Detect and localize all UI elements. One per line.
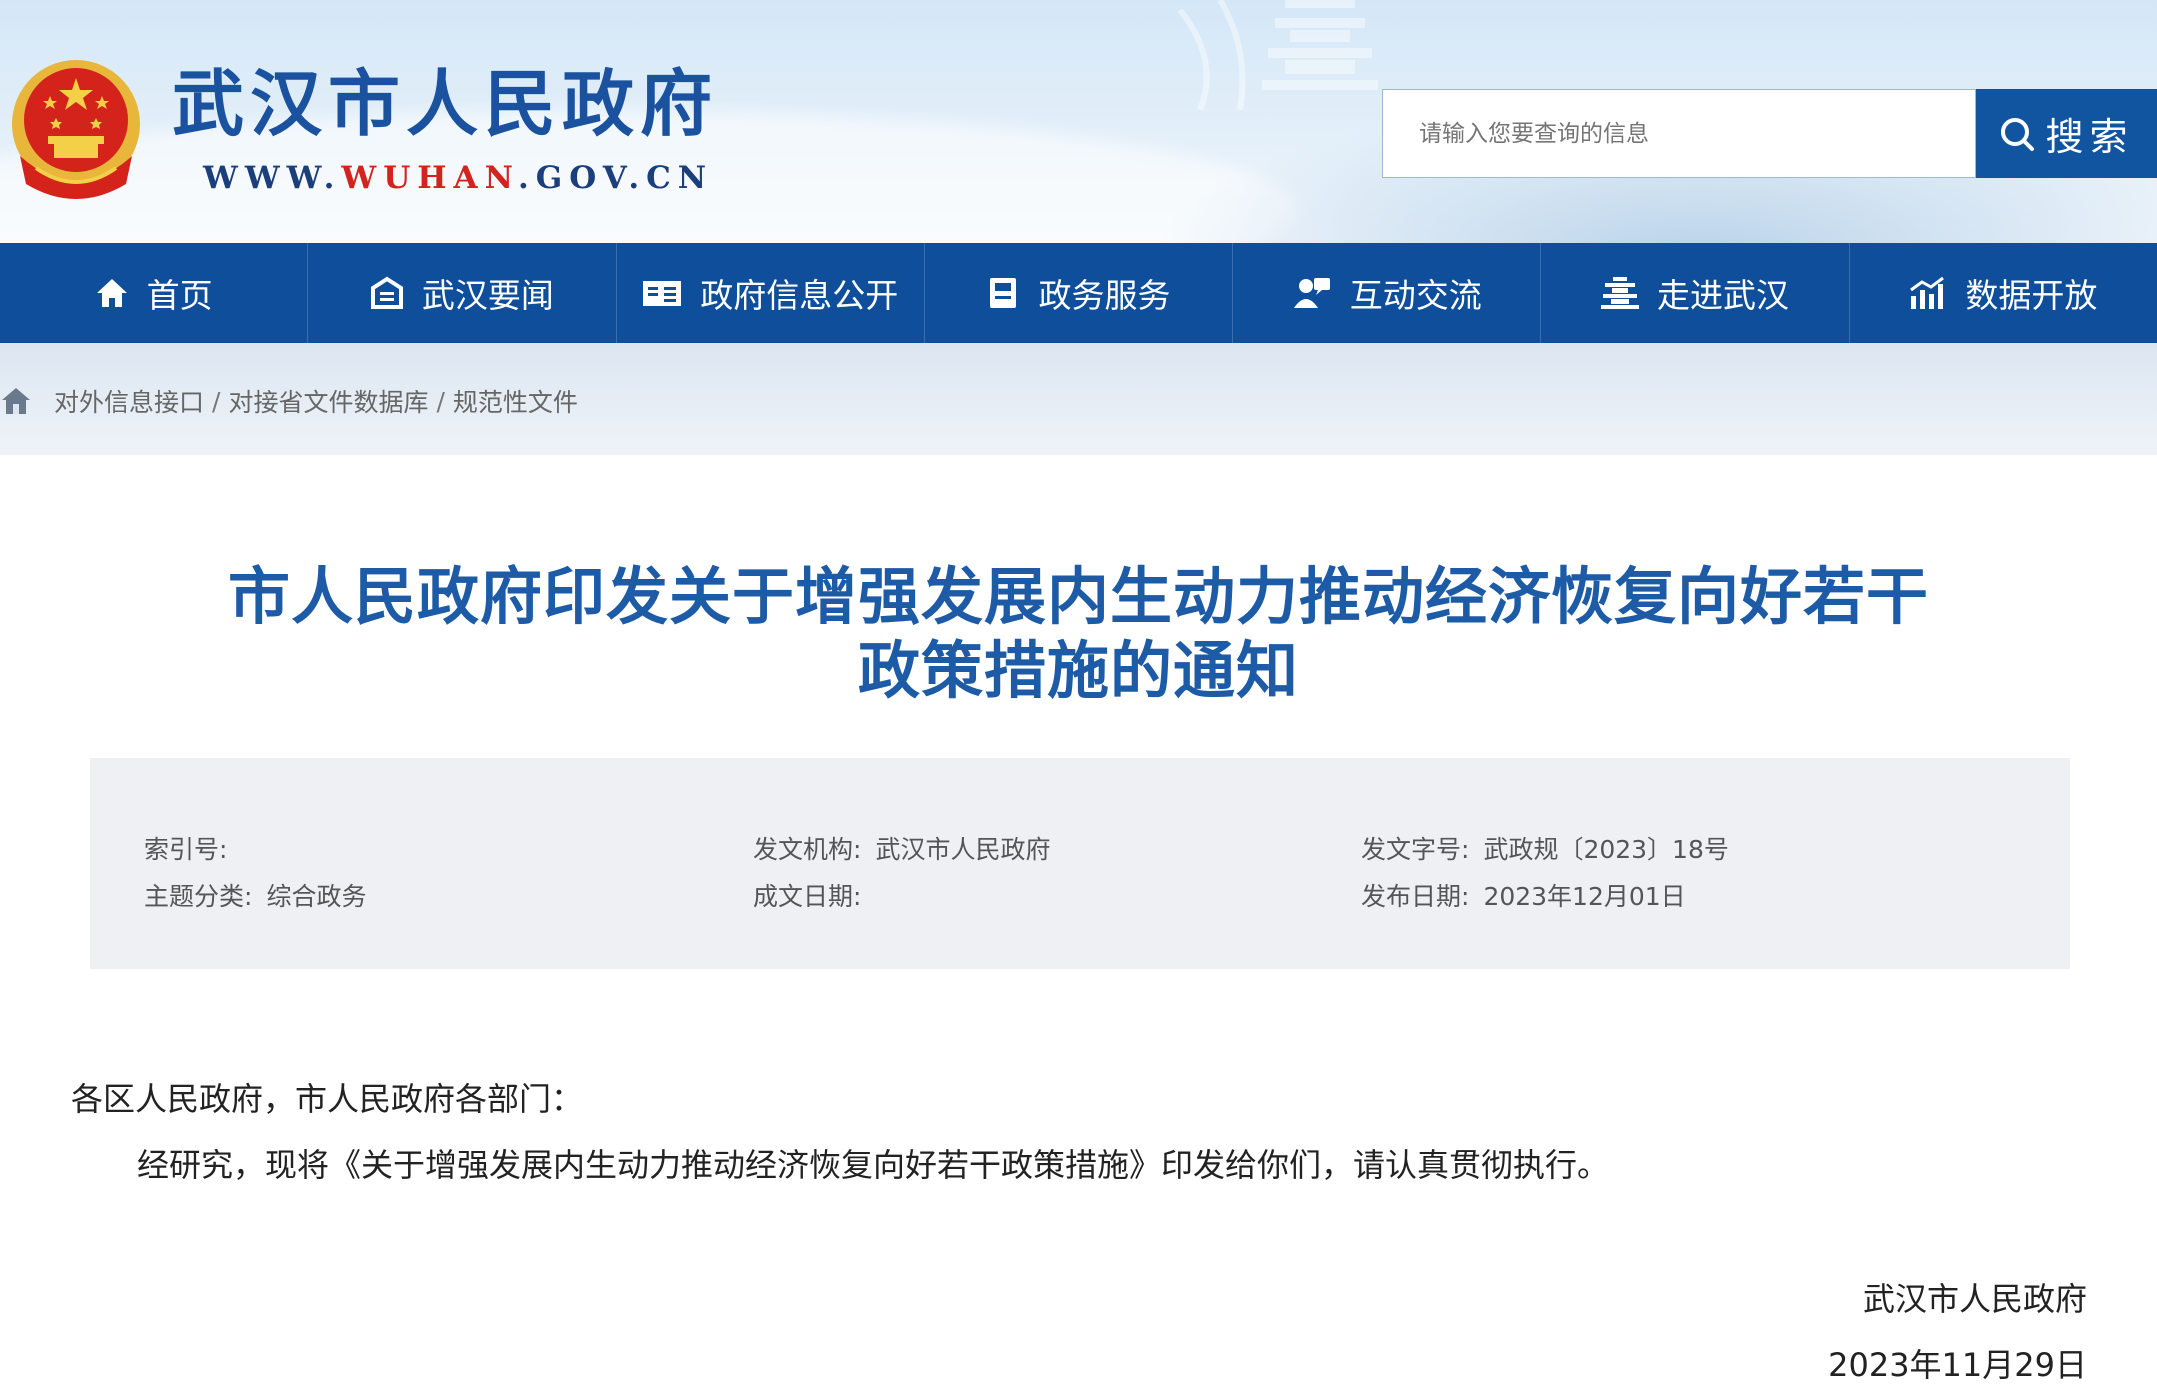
meta-topic-value: 综合政务 <box>266 882 367 911</box>
main-nav: 首页 武汉要闻 政府信息公开 政务服务 互动交流 走进武汉 数据开放 <box>0 243 2157 343</box>
nav-item-interaction[interactable]: 互动交流 <box>1233 243 1542 343</box>
nav-item-explore-wuhan[interactable]: 走进武汉 <box>1541 243 1850 343</box>
nav-item-info-disclosure[interactable]: 政府信息公开 <box>617 243 925 343</box>
document-salutation: 各区人民政府，市人民政府各部门： <box>71 1080 584 1118</box>
meta-issuer-value: 武汉市人民政府 <box>875 835 1051 864</box>
breadcrumb-separator: / <box>436 386 445 416</box>
search-button-label: 搜索 <box>2045 115 2134 159</box>
meta-docno-value: 武政规〔2023〕18号 <box>1483 835 1729 864</box>
nav-item-news[interactable]: 武汉要闻 <box>308 243 617 343</box>
meta-issuer: 发文机构: 武汉市人民政府 <box>753 830 1050 866</box>
breadcrumb-item[interactable]: 规范性文件 <box>453 383 578 419</box>
search-icon <box>2001 117 2035 151</box>
breadcrumb-item[interactable]: 对接省文件数据库 <box>228 383 428 419</box>
meta-publish-label: 发布日期: <box>1361 882 1470 911</box>
meta-publish-date: 发布日期: 2023年12月01日 <box>1361 877 1686 913</box>
news-icon <box>370 276 403 309</box>
site-url: WWW.WUHAN.GOV.CN <box>203 160 713 196</box>
info-disclosure-icon <box>643 281 682 306</box>
meta-docno-label: 发文字号: <box>1361 835 1470 864</box>
meta-index: 索引号: <box>144 830 241 866</box>
home-icon[interactable] <box>0 386 32 416</box>
signature-organization: 武汉市人民政府 <box>1862 1280 2087 1318</box>
breadcrumb-item[interactable]: 对外信息接口 <box>54 383 204 419</box>
document-title-line2: 政策措施的通知 <box>857 634 1299 707</box>
breadcrumb-separator: / <box>212 386 221 416</box>
document-title: 市人民政府印发关于增强发展内生动力推动经济恢复向好若干 政策措施的通知 <box>0 560 2157 708</box>
nav-item-open-data[interactable]: 数据开放 <box>1850 243 2157 343</box>
nav-item-label: 武汉要闻 <box>421 276 554 315</box>
nav-item-home[interactable]: 首页 <box>0 243 309 343</box>
search-input[interactable] <box>1417 119 1975 148</box>
data-chart-icon <box>1910 276 1945 309</box>
national-emblem-logo <box>12 60 140 199</box>
search-button[interactable]: 搜索 <box>1976 89 2157 178</box>
breadcrumb: 对外信息接口 / 对接省文件数据库 / 规范性文件 <box>0 383 578 419</box>
site-url-suffix: .GOV.CN <box>517 160 714 196</box>
interaction-icon <box>1293 278 1330 308</box>
site-url-highlight: WUHAN <box>341 160 518 196</box>
nav-item-label: 走进武汉 <box>1657 276 1790 315</box>
meta-publish-value: 2023年12月01日 <box>1483 882 1686 911</box>
tower-icon <box>1601 277 1640 309</box>
search-box <box>1382 89 1976 178</box>
service-icon <box>990 278 1017 308</box>
meta-topic: 主题分类: 综合政务 <box>144 877 366 913</box>
meta-topic-label: 主题分类: <box>144 882 253 911</box>
signature-date: 2023年11月29日 <box>1828 1346 2087 1384</box>
nav-item-label: 政府信息公开 <box>700 276 899 315</box>
meta-docno: 发文字号: 武政规〔2023〕18号 <box>1361 830 1729 866</box>
meta-issuer-label: 发文机构: <box>753 835 862 864</box>
document-meta-box: 索引号: 发文机构: 武汉市人民政府 发文字号: 武政规〔2023〕18号 主题分类… <box>90 758 2070 969</box>
nav-item-service[interactable]: 政务服务 <box>925 243 1234 343</box>
home-icon <box>96 279 127 307</box>
nav-item-label: 政务服务 <box>1038 276 1171 315</box>
document-body-paragraph: 经研究，现将《关于增强发展内生动力推动经济恢复向好若干政策措施》印发给你们，请认… <box>137 1146 1610 1184</box>
nav-item-label: 互动交流 <box>1349 276 1482 315</box>
document-title-line1: 市人民政府印发关于增强发展内生动力推动经济恢复向好若干 <box>227 560 1929 633</box>
nav-item-label: 数据开放 <box>1965 276 2098 315</box>
site-title: 武汉市人民政府 <box>172 62 719 146</box>
meta-index-label: 索引号: <box>144 835 228 864</box>
meta-written-label: 成文日期: <box>753 882 862 911</box>
nav-item-label: 首页 <box>146 276 213 315</box>
meta-written-date: 成文日期: <box>753 877 875 913</box>
site-url-prefix: WWW. <box>203 160 342 196</box>
yellow-crane-tower-watermark <box>1177 0 1378 110</box>
